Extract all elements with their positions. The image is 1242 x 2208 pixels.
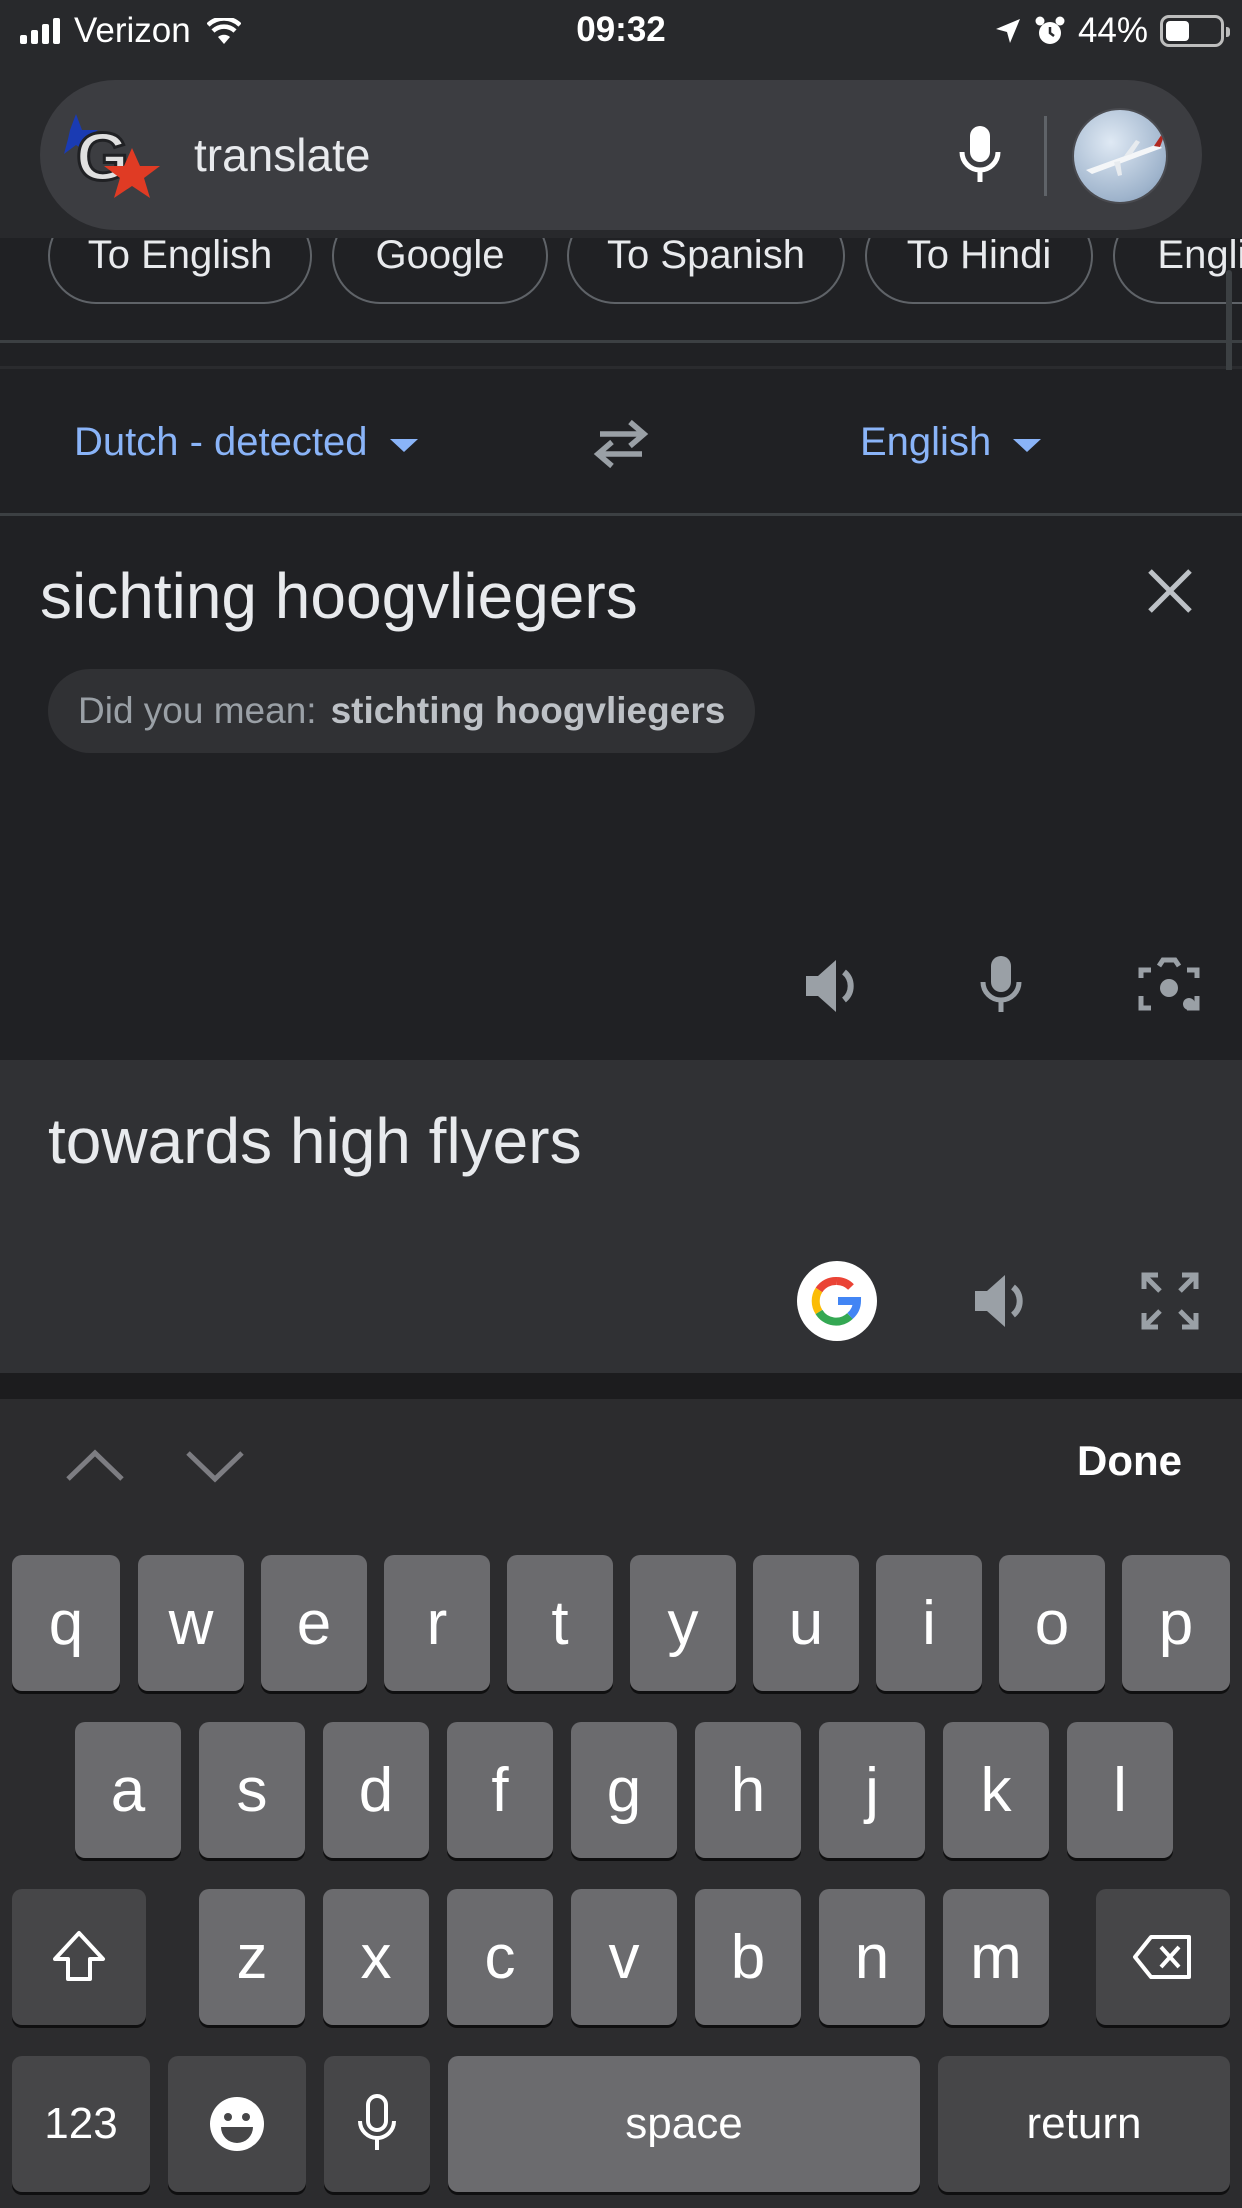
- close-icon[interactable]: [1140, 561, 1200, 621]
- done-button[interactable]: Done: [1077, 1437, 1182, 1485]
- key-q[interactable]: q: [12, 1555, 120, 1691]
- key-h[interactable]: h: [695, 1722, 801, 1858]
- shift-key[interactable]: [12, 1889, 146, 2025]
- key-z[interactable]: z: [199, 1889, 305, 2025]
- profile-avatar[interactable]: [1072, 108, 1168, 204]
- search-bar[interactable]: G translate: [40, 80, 1202, 230]
- google-g-icon[interactable]: [797, 1261, 877, 1341]
- caret-down-icon: [389, 439, 418, 452]
- google-doodle-logo[interactable]: G: [62, 108, 172, 208]
- translation-output: towards high flyers: [48, 1105, 582, 1177]
- delete-icon: [1133, 1935, 1191, 1979]
- chevron-up-icon[interactable]: [60, 1441, 130, 1491]
- status-bar: Verizon 09:32 44%: [0, 0, 1242, 62]
- chip-to-spanish[interactable]: To Spanish: [567, 238, 845, 304]
- key-m[interactable]: m: [943, 1889, 1049, 2025]
- key-w[interactable]: w: [138, 1555, 244, 1691]
- suggestion-label: Did you mean:: [78, 690, 317, 731]
- battery-level-fill: [1166, 21, 1189, 41]
- key-f[interactable]: f: [447, 1722, 553, 1858]
- caret-down-icon: [1013, 439, 1042, 452]
- fullscreen-icon[interactable]: [1135, 1266, 1205, 1336]
- delete-key[interactable]: [1096, 1889, 1230, 2025]
- key-e[interactable]: e: [261, 1555, 367, 1691]
- suggestion-chips: To English Google To Spanish To Hindi En…: [0, 238, 1242, 310]
- divider: [0, 340, 1242, 343]
- status-left: Verizon: [20, 10, 241, 52]
- microphone-icon[interactable]: [940, 116, 1020, 196]
- status-right: 44%: [994, 10, 1230, 52]
- return-key[interactable]: return: [938, 2056, 1230, 2192]
- translation-panel: towards high flyers: [0, 1060, 1242, 1373]
- key-x[interactable]: x: [323, 1889, 429, 2025]
- swap-arrows-icon[interactable]: [586, 414, 656, 474]
- chip-to-hindi[interactable]: To Hindi: [865, 238, 1093, 304]
- key-r[interactable]: r: [384, 1555, 490, 1691]
- battery-percentage: 44%: [1077, 11, 1148, 50]
- language-selector-row: Dutch - detected English: [0, 370, 1242, 516]
- source-language-dropdown[interactable]: Dutch - detected: [74, 420, 418, 465]
- search-query[interactable]: translate: [194, 128, 370, 182]
- dictation-icon: [358, 2094, 396, 2150]
- source-text-input[interactable]: sichting hoogvliegers: [40, 559, 638, 633]
- key-g[interactable]: g: [571, 1722, 677, 1858]
- key-s[interactable]: s: [199, 1722, 305, 1858]
- signal-icon: [20, 18, 60, 44]
- target-language-label: English: [860, 420, 992, 464]
- key-b[interactable]: b: [695, 1889, 801, 2025]
- key-k[interactable]: k: [943, 1722, 1049, 1858]
- carrier-name: Verizon: [74, 11, 191, 50]
- key-t[interactable]: t: [507, 1555, 613, 1691]
- search-header: G translate: [0, 62, 1242, 262]
- location-arrow-icon: [995, 19, 1020, 43]
- camera-icon[interactable]: [1134, 951, 1204, 1021]
- numbers-key[interactable]: 123: [12, 2056, 150, 2192]
- shift-icon: [53, 1931, 105, 1981]
- wifi-icon: [206, 18, 241, 44]
- dictation-key[interactable]: [324, 2056, 430, 2192]
- emoji-key[interactable]: [168, 2056, 306, 2192]
- key-p[interactable]: p: [1122, 1555, 1230, 1691]
- divider: [0, 366, 1242, 369]
- key-v[interactable]: v: [571, 1889, 677, 2025]
- source-language-label: Dutch - detected: [74, 420, 368, 464]
- did-you-mean-suggestion[interactable]: Did you mean: stichting hoogvliegers: [48, 669, 756, 753]
- alarm-icon: [1035, 16, 1065, 44]
- suggestion-value: stichting hoogvliegers: [330, 690, 726, 731]
- chip-google[interactable]: Google: [332, 238, 548, 304]
- key-l[interactable]: l: [1067, 1722, 1173, 1858]
- target-language-dropdown[interactable]: English: [860, 420, 1042, 465]
- key-y[interactable]: y: [630, 1555, 736, 1691]
- speaker-icon[interactable]: [798, 951, 868, 1021]
- microphone-icon[interactable]: [966, 951, 1036, 1021]
- keyboard: q w e r t y u i o p a s d f g h j k l z …: [0, 1531, 1242, 2208]
- key-d[interactable]: d: [323, 1722, 429, 1858]
- key-a[interactable]: a: [75, 1722, 181, 1858]
- key-o[interactable]: o: [999, 1555, 1105, 1691]
- key-u[interactable]: u: [753, 1555, 859, 1691]
- search-divider: [1044, 116, 1047, 196]
- key-c[interactable]: c: [447, 1889, 553, 2025]
- key-j[interactable]: j: [819, 1722, 925, 1858]
- space-key[interactable]: space: [448, 2056, 920, 2192]
- chip-to-english[interactable]: To English: [48, 238, 312, 304]
- battery-icon: [1160, 15, 1230, 47]
- key-n[interactable]: n: [819, 1889, 925, 2025]
- key-i[interactable]: i: [876, 1555, 982, 1691]
- keyboard-separator: [0, 1373, 1242, 1399]
- emoji-icon: [210, 2097, 264, 2151]
- source-text-panel: sichting hoogvliegers Did you mean: stic…: [0, 519, 1242, 1060]
- chip-english[interactable]: English: [1113, 238, 1242, 304]
- speaker-icon[interactable]: [967, 1266, 1037, 1336]
- keyboard-accessory-bar: Done: [0, 1399, 1242, 1531]
- chevron-down-icon[interactable]: [180, 1441, 250, 1491]
